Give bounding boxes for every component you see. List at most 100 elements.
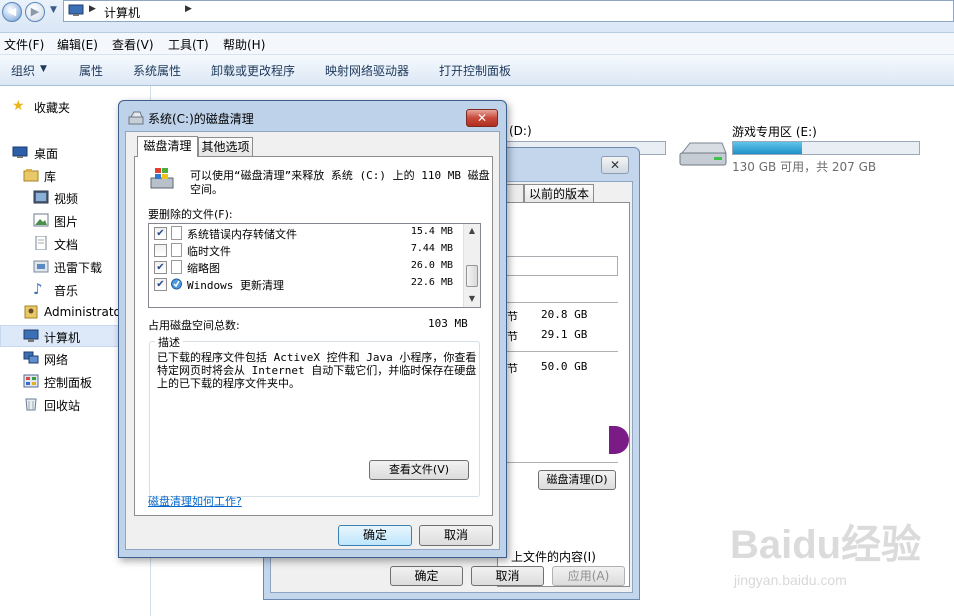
computer-icon: [23, 329, 39, 342]
list-item[interactable]: ✔ 系统错误内存转储文件 15.4 MB: [149, 225, 461, 242]
file-checkbox[interactable]: ✔: [154, 261, 167, 274]
breadcrumb-computer[interactable]: 计算机: [104, 4, 140, 21]
properties-close-button[interactable]: ✕: [601, 156, 629, 174]
video-icon: [33, 190, 49, 204]
document-icon: [35, 236, 47, 250]
index-contents-option[interactable]: 上文件的内容(I): [511, 548, 596, 565]
nav-network-label: 网络: [44, 353, 69, 367]
windows-update-icon: [171, 277, 182, 291]
breadcrumb-separator-icon[interactable]: ▶: [89, 4, 96, 14]
menu-view[interactable]: 查看(V): [112, 36, 154, 53]
open-control-panel-button[interactable]: 打开控制面板: [439, 62, 511, 79]
view-files-button[interactable]: 查看文件(V): [369, 460, 469, 480]
dialog-body: 磁盘清理 其他选项 可以使用“磁盘清理”来释放 系统 (C:) 上的 110 M…: [125, 131, 500, 550]
divider: [506, 302, 618, 303]
file-checkbox[interactable]: ✔: [154, 227, 167, 240]
properties-apply-button[interactable]: 应用(A): [552, 566, 625, 586]
close-icon: ✕: [476, 111, 488, 125]
control-panel-icon: [23, 374, 39, 388]
desktop-icon: [12, 146, 28, 158]
scroll-up-icon[interactable]: ▲: [464, 226, 480, 235]
drive-e-label[interactable]: 游戏专用区 (E:): [732, 123, 817, 140]
hard-drive-icon[interactable]: [678, 137, 728, 171]
nav-computer-label: 计算机: [44, 331, 81, 345]
volume-name-input[interactable]: [506, 256, 618, 276]
disk-cleanup-button[interactable]: 磁盘清理(D): [538, 470, 616, 490]
disk-cleanup-dialog: 系统(C:)的磁盘清理 ✕ 磁盘清理 其他选项 可以使用“磁盘清理”来释放 系统…: [118, 100, 507, 558]
divider: [506, 351, 618, 352]
organize-button[interactable]: 组织: [11, 62, 35, 79]
nav-administrator-label: Administrator: [44, 305, 126, 319]
nav-documents-label: 文档: [54, 238, 79, 252]
file-name: 系统错误内存转储文件: [187, 228, 297, 241]
forward-button[interactable]: ▶: [25, 2, 45, 22]
menu-file[interactable]: 文件(F): [4, 36, 44, 53]
list-item[interactable]: ✔ 缩略图 26.0 MB: [149, 259, 461, 276]
windows-cleanup-icon: [150, 168, 174, 189]
uninstall-program-button[interactable]: 卸载或更改程序: [211, 62, 295, 79]
watermark-logo: Baidu经验: [730, 523, 922, 567]
file-icon: [171, 260, 182, 274]
breadcrumb-separator-icon[interactable]: ▶: [185, 4, 192, 14]
music-icon: ♪: [33, 280, 43, 298]
file-size: 7.44 MB: [410, 243, 453, 254]
properties-cancel-button[interactable]: 取消: [471, 566, 544, 586]
list-item[interactable]: ✔ Windows 更新清理 22.6 MB: [149, 276, 461, 293]
network-icon: [23, 351, 39, 364]
dialog-title: 系统(C:)的磁盘清理: [148, 112, 254, 126]
total-space-value: 103 MB: [428, 317, 468, 330]
dialog-ok-button[interactable]: 确定: [338, 525, 412, 546]
properties-button[interactable]: 属性: [79, 62, 103, 79]
dialog-close-button[interactable]: ✕: [466, 109, 498, 127]
file-list-scrollbar[interactable]: ▲ ▼: [463, 224, 480, 307]
map-network-drive-button[interactable]: 映射网络驱动器: [325, 62, 409, 79]
how-cleanup-works-link[interactable]: 磁盘清理如何工作?: [148, 493, 242, 509]
file-checkbox[interactable]: [154, 244, 167, 257]
file-size: 22.6 MB: [410, 277, 453, 288]
nav-pictures-label: 图片: [54, 215, 79, 229]
file-checkbox[interactable]: ✔: [154, 278, 167, 291]
download-folder-icon: [33, 260, 49, 273]
library-icon: [23, 169, 39, 182]
file-name: Windows 更新清理: [187, 279, 284, 292]
file-size: 15.4 MB: [410, 226, 453, 237]
scrollbar-thumb[interactable]: [466, 265, 478, 287]
list-item[interactable]: 临时文件 7.44 MB: [149, 242, 461, 259]
used-space-label: 节: [507, 310, 518, 323]
recent-pages-dropdown[interactable]: ▼: [50, 5, 57, 15]
description-text: 已下载的程序文件包括 ActiveX 控件和 Java 小程序，你查看特定网页时…: [157, 351, 477, 390]
divider: [506, 462, 618, 463]
dialog-cancel-button[interactable]: 取消: [419, 525, 493, 546]
file-name: 缩略图: [187, 262, 220, 275]
free-space-value: 29.1 GB: [541, 328, 588, 341]
tab-disk-cleanup[interactable]: 磁盘清理: [137, 136, 198, 157]
drive-d-label[interactable]: (D:): [509, 124, 532, 138]
nav-videos-label: 视频: [54, 192, 79, 206]
menu-edit[interactable]: 编辑(E): [57, 36, 98, 53]
menu-help[interactable]: 帮助(H): [223, 36, 265, 53]
drive-e-usage-fill: [733, 142, 802, 154]
forward-arrow-icon: ▶: [30, 5, 40, 18]
address-input[interactable]: ▶ 计算机 ▶: [63, 0, 954, 22]
nav-control-panel-label: 控制面板: [44, 376, 93, 390]
user-folder-icon: [24, 305, 38, 319]
recycle-bin-icon: [25, 398, 37, 411]
tab-more-options[interactable]: 其他选项: [198, 137, 253, 156]
back-arrow-icon: ◀: [7, 5, 17, 18]
cleanup-tab-panel: 可以使用“磁盘清理”来释放 系统 (C:) 上的 110 MB 磁盘空间。 要删…: [134, 156, 493, 516]
capacity-value: 50.0 GB: [541, 360, 588, 373]
files-to-delete-list[interactable]: ✔ 系统错误内存转储文件 15.4 MB 临时文件 7.44 MB ✔ 缩略图 …: [148, 223, 481, 308]
nav-recycle-bin-label: 回收站: [44, 399, 81, 413]
scroll-down-icon[interactable]: ▼: [464, 294, 480, 303]
tab-previous-versions[interactable]: 以前的版本: [524, 184, 594, 203]
nav-favorites-label: 收藏夹: [34, 101, 71, 115]
menu-tools[interactable]: 工具(T): [168, 36, 209, 53]
watermark-url: jingyan.baidu.com: [734, 572, 847, 588]
properties-ok-button[interactable]: 确定: [390, 566, 463, 586]
system-properties-button[interactable]: 系统属性: [133, 62, 181, 79]
organize-dropdown-icon[interactable]: ▼: [40, 64, 47, 74]
file-icon: [171, 226, 182, 240]
star-icon: ★: [12, 98, 25, 114]
back-button[interactable]: ◀: [2, 2, 22, 22]
total-space-label: 占用磁盘空间总数:: [148, 319, 240, 332]
